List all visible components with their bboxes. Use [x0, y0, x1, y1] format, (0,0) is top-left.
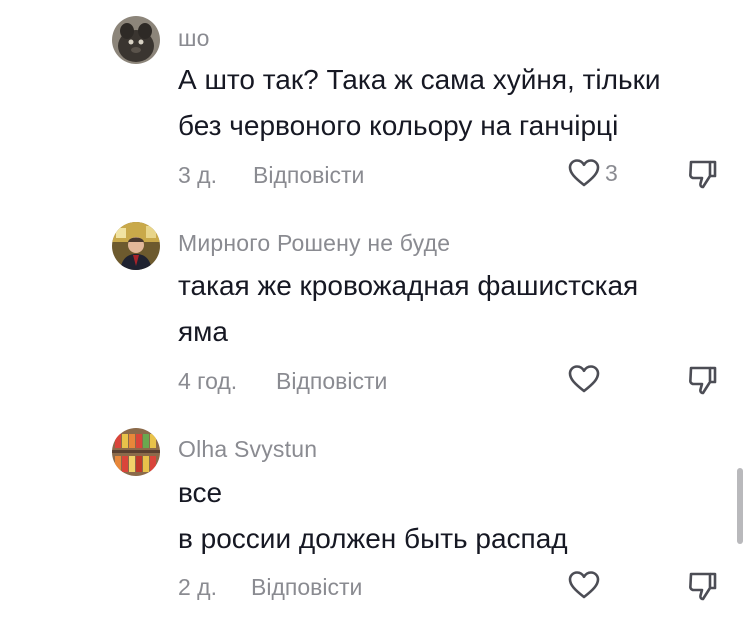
thumbs-down-outline-icon	[686, 570, 718, 602]
scrollbar[interactable]	[737, 468, 743, 544]
comment-item: Olha Svystun все в россии должен быть ра…	[0, 0, 750, 610]
comment-time: 2 д.	[178, 574, 217, 600]
comment-text-line: все	[178, 477, 223, 508]
like-button[interactable]	[567, 569, 605, 601]
comment-username[interactable]: Olha Svystun	[178, 436, 317, 463]
dislike-button[interactable]	[686, 570, 718, 602]
colorful-shelves-avatar-icon	[112, 428, 160, 476]
avatar[interactable]	[112, 428, 160, 476]
comment-text-line: в россии должен быть распад	[178, 523, 568, 554]
comment-text: все в россии должен быть распад	[178, 470, 718, 562]
reply-button[interactable]: Відповісти	[251, 574, 362, 601]
heart-outline-icon	[567, 569, 601, 601]
